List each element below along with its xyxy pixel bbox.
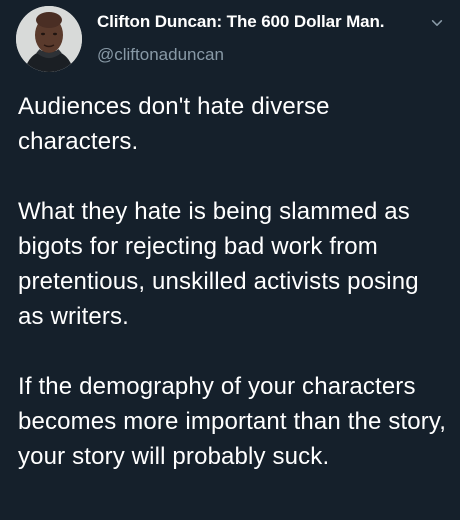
tweet-paragraph: What they hate is being slammed as bigot… bbox=[18, 198, 419, 330]
author-name[interactable]: Clifton Duncan: The 600 Dollar Man. bbox=[97, 12, 385, 32]
tweet-paragraph: Audiences don't hate diverse characters. bbox=[18, 93, 330, 155]
chevron-down-icon bbox=[431, 20, 443, 26]
tweet-paragraph: If the demography of your characters bec… bbox=[18, 373, 447, 470]
tweet-menu-button[interactable] bbox=[427, 13, 447, 33]
author-handle[interactable]: @cliftonaduncan bbox=[97, 45, 224, 65]
avatar-photo-icon bbox=[16, 6, 82, 72]
tweet-text: Audiences don't hate diverse characters.… bbox=[18, 89, 448, 474]
tweet-card: Clifton Duncan: The 600 Dollar Man. @cli… bbox=[0, 0, 460, 520]
profile-avatar[interactable] bbox=[16, 6, 82, 72]
